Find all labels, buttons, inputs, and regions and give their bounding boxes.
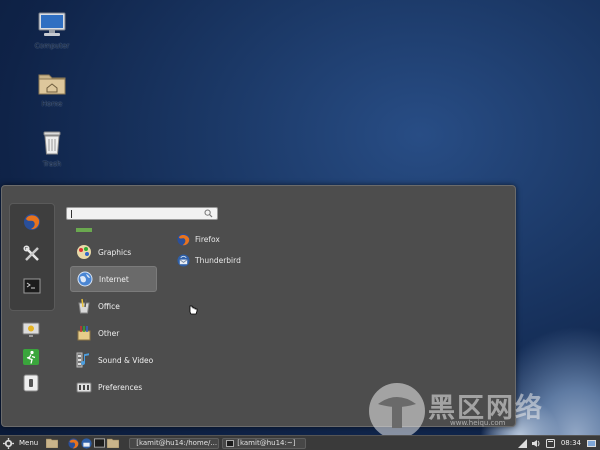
trash-icon bbox=[43, 131, 61, 155]
other-icon bbox=[75, 324, 93, 342]
shutdown-button[interactable] bbox=[21, 373, 41, 393]
category-label: Other bbox=[98, 328, 120, 338]
text-cursor bbox=[71, 210, 72, 218]
app-firefox[interactable]: Firefox bbox=[177, 231, 220, 247]
desktop-icon-label: Trash bbox=[42, 160, 62, 168]
launcher-home-folder[interactable] bbox=[107, 436, 120, 450]
graphics-icon bbox=[75, 243, 93, 261]
terminal-icon bbox=[94, 438, 106, 448]
category-other[interactable]: Other bbox=[70, 320, 157, 346]
show-desktop-button[interactable] bbox=[587, 439, 596, 448]
window-title: [kamit@hu14:/home/... bbox=[136, 439, 218, 447]
firefox-icon bbox=[177, 232, 190, 246]
launcher-files[interactable] bbox=[46, 436, 59, 450]
hand-cursor-icon bbox=[189, 305, 198, 315]
menu-button-label: Menu bbox=[19, 439, 39, 447]
category-sound-video[interactable]: Sound & Video bbox=[70, 347, 157, 373]
app-thunderbird[interactable]: Thunderbird bbox=[177, 252, 241, 268]
window-title: [kamit@hu14:~] bbox=[237, 439, 296, 447]
tray-volume[interactable] bbox=[531, 439, 541, 448]
preferences-icon bbox=[75, 378, 93, 396]
desktop-icon-label: Computer bbox=[34, 42, 70, 50]
tray-notifications[interactable] bbox=[545, 438, 555, 448]
system-tray: 08:34 bbox=[513, 436, 600, 450]
watermark: 黑区网络 www.heiqu.com bbox=[368, 382, 596, 439]
folder-icon bbox=[46, 438, 59, 448]
folder-icon bbox=[107, 438, 120, 448]
notification-icon bbox=[545, 438, 555, 448]
scrolled-category-icon bbox=[76, 228, 92, 232]
lock-screen-button[interactable] bbox=[21, 320, 41, 340]
app-label: Thunderbird bbox=[195, 255, 241, 265]
taskbar: Menu [kamit@hu14:/home/... [kamit@hu14:~… bbox=[0, 435, 600, 450]
logout-icon bbox=[23, 349, 39, 365]
office-icon bbox=[75, 297, 93, 315]
thunderbird-icon bbox=[81, 437, 92, 449]
category-graphics[interactable]: Graphics bbox=[70, 239, 157, 265]
category-label: Preferences bbox=[98, 382, 143, 392]
launcher-firefox[interactable] bbox=[68, 436, 79, 450]
favorite-settings[interactable] bbox=[22, 244, 42, 264]
favorite-terminal[interactable] bbox=[22, 276, 42, 296]
app-label: Firefox bbox=[195, 234, 220, 244]
favorite-firefox[interactable] bbox=[22, 212, 42, 232]
category-preferences[interactable]: Preferences bbox=[70, 374, 157, 400]
tray-network[interactable] bbox=[517, 438, 527, 448]
network-icon bbox=[517, 438, 527, 448]
window-button-terminal-1[interactable]: [kamit@hu14:/home/... bbox=[129, 437, 220, 449]
watermark-logo bbox=[369, 383, 425, 439]
internet-globe-icon bbox=[76, 270, 94, 288]
menu-search-field[interactable] bbox=[66, 207, 218, 220]
menu-button[interactable]: Menu bbox=[3, 436, 38, 450]
logout-button[interactable] bbox=[21, 347, 41, 367]
category-label: Graphics bbox=[98, 247, 132, 257]
category-label: Office bbox=[98, 301, 120, 311]
launcher-thunderbird[interactable] bbox=[81, 436, 92, 450]
sound-video-icon bbox=[75, 351, 93, 369]
category-office[interactable]: Office bbox=[70, 293, 157, 319]
screen-lock-icon bbox=[22, 322, 40, 337]
category-label: Sound & Video bbox=[98, 355, 154, 365]
terminal-icon bbox=[226, 439, 235, 447]
search-icon bbox=[204, 209, 213, 218]
desktop-icon-label: Home bbox=[41, 100, 63, 108]
watermark-url: www.heiqu.com bbox=[450, 419, 506, 427]
show-desktop-icon bbox=[587, 439, 596, 447]
home-folder-icon bbox=[38, 74, 66, 95]
terminal-icon bbox=[23, 278, 41, 294]
volume-icon bbox=[531, 439, 540, 447]
gear-icon bbox=[3, 437, 14, 449]
firefox-icon bbox=[68, 437, 79, 449]
desktop-icon-trash[interactable]: Trash bbox=[24, 130, 80, 168]
thunderbird-icon bbox=[177, 253, 190, 267]
desktop-icon-home[interactable]: Home bbox=[24, 70, 80, 108]
clock[interactable]: 08:34 bbox=[561, 439, 581, 447]
favorites-pane bbox=[9, 203, 55, 311]
firefox-icon bbox=[24, 214, 40, 230]
settings-tools-icon bbox=[23, 245, 39, 261]
shutdown-icon bbox=[23, 374, 39, 392]
computer-icon bbox=[38, 12, 66, 36]
launcher-terminal[interactable] bbox=[94, 436, 106, 450]
category-label: Internet bbox=[99, 274, 129, 284]
desktop-icon-computer[interactable]: Computer bbox=[24, 12, 80, 50]
category-internet[interactable]: Internet bbox=[70, 266, 157, 292]
window-button-terminal-2[interactable]: [kamit@hu14:~] bbox=[222, 437, 307, 449]
